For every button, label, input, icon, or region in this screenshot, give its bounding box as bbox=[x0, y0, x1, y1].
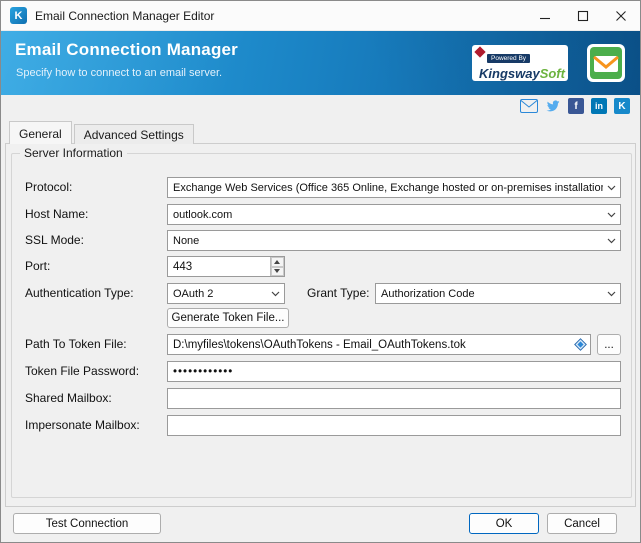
email-connection-manager-dialog: K Email Connection Manager Editor Email … bbox=[0, 0, 641, 543]
brand-soft: Soft bbox=[540, 66, 565, 81]
host-name-value: outlook.com bbox=[168, 209, 603, 221]
app-icon-letter: K bbox=[15, 10, 23, 22]
linkedin-glyph: in bbox=[595, 101, 603, 111]
grant-type-dropdown[interactable]: Authorization Code bbox=[375, 283, 621, 304]
minimize-icon bbox=[539, 10, 551, 22]
window-title: Email Connection Manager Editor bbox=[35, 9, 526, 23]
social-icon-row: f in K bbox=[520, 98, 630, 114]
impersonate-mailbox-label: Impersonate Mailbox: bbox=[25, 418, 140, 432]
port-field bbox=[167, 256, 285, 277]
brand-name: KingswaySoft bbox=[479, 66, 563, 81]
chevron-down-icon bbox=[603, 185, 620, 191]
grant-type-label: Grant Type: bbox=[307, 286, 369, 300]
token-file-path-input[interactable] bbox=[168, 335, 572, 354]
cancel-label: Cancel bbox=[564, 518, 600, 530]
shared-mailbox-input[interactable] bbox=[168, 389, 620, 408]
chevron-down-icon bbox=[603, 212, 620, 218]
window-controls bbox=[526, 1, 640, 30]
shared-mailbox-field bbox=[167, 388, 621, 409]
grant-type-value: Authorization Code bbox=[376, 288, 603, 300]
tab-advanced-settings[interactable]: Advanced Settings bbox=[74, 124, 194, 144]
authentication-type-label: Authentication Type: bbox=[25, 286, 134, 300]
protocol-dropdown[interactable]: Exchange Web Services (Office 365 Online… bbox=[167, 177, 621, 198]
authentication-type-value: OAuth 2 bbox=[168, 288, 267, 300]
port-spinner bbox=[270, 257, 284, 276]
footer: Test Connection OK Cancel bbox=[1, 506, 640, 542]
header-banner: Email Connection Manager Specify how to … bbox=[1, 31, 640, 95]
email-icon[interactable] bbox=[520, 99, 538, 113]
test-connection-label: Test Connection bbox=[46, 518, 128, 530]
generate-token-file-label: Generate Token File... bbox=[172, 312, 285, 324]
facebook-glyph: f bbox=[574, 101, 577, 112]
host-name-label: Host Name: bbox=[25, 207, 88, 221]
email-product-icon bbox=[586, 43, 626, 83]
ssl-mode-label: SSL Mode: bbox=[25, 233, 84, 247]
test-connection-button[interactable]: Test Connection bbox=[13, 513, 161, 534]
facebook-icon[interactable]: f bbox=[568, 98, 584, 114]
authentication-type-dropdown[interactable]: OAuth 2 bbox=[167, 283, 285, 304]
ok-button[interactable]: OK bbox=[469, 513, 539, 534]
chevron-down-icon bbox=[267, 291, 284, 297]
path-to-token-file-label: Path To Token File: bbox=[25, 337, 127, 351]
kingswaysoft-glyph: K bbox=[618, 101, 625, 112]
spinner-up-button[interactable] bbox=[271, 257, 284, 267]
port-input[interactable] bbox=[168, 257, 270, 276]
twitter-icon[interactable] bbox=[545, 98, 561, 114]
powered-by-label: Powered By bbox=[487, 54, 530, 63]
maximize-button[interactable] bbox=[564, 1, 602, 30]
token-file-password-label: Token File Password: bbox=[25, 364, 139, 378]
browse-token-file-button[interactable]: ... bbox=[597, 334, 621, 355]
chevron-down-icon bbox=[603, 291, 620, 297]
tab-advanced-settings-label: Advanced Settings bbox=[84, 128, 184, 142]
expression-diamond-icon[interactable] bbox=[574, 338, 587, 351]
brand-kingsway: Kingsway bbox=[479, 66, 540, 81]
generate-token-file-button[interactable]: Generate Token File... bbox=[167, 308, 289, 328]
ssl-mode-dropdown[interactable]: None bbox=[167, 230, 621, 251]
titlebar: K Email Connection Manager Editor bbox=[1, 1, 640, 31]
cancel-button[interactable]: Cancel bbox=[547, 513, 617, 534]
header-title: Email Connection Manager bbox=[15, 40, 238, 60]
kingswaysoft-logo: Powered By KingswaySoft bbox=[472, 45, 568, 81]
token-file-password-field bbox=[167, 361, 621, 382]
tab-strip: General Advanced Settings bbox=[9, 121, 196, 144]
app-icon: K bbox=[10, 7, 27, 24]
impersonate-mailbox-field bbox=[167, 415, 621, 436]
protocol-value: Exchange Web Services (Office 365 Online… bbox=[168, 182, 603, 194]
browse-ellipsis-label: ... bbox=[604, 339, 614, 351]
group-title: Server Information bbox=[20, 146, 127, 160]
ok-label: OK bbox=[496, 518, 513, 530]
ssl-mode-value: None bbox=[168, 235, 603, 247]
header-subtitle: Specify how to connect to an email serve… bbox=[16, 67, 222, 79]
impersonate-mailbox-input[interactable] bbox=[168, 416, 620, 435]
close-icon bbox=[615, 10, 627, 22]
tab-general-label: General bbox=[19, 127, 62, 141]
spinner-down-button[interactable] bbox=[271, 267, 284, 277]
token-file-password-input[interactable] bbox=[168, 362, 620, 381]
kingswaysoft-icon[interactable]: K bbox=[614, 98, 630, 114]
linkedin-icon[interactable]: in bbox=[591, 98, 607, 114]
protocol-label: Protocol: bbox=[25, 180, 72, 194]
minimize-button[interactable] bbox=[526, 1, 564, 30]
chevron-down-icon bbox=[603, 238, 620, 244]
port-label: Port: bbox=[25, 259, 50, 273]
shared-mailbox-label: Shared Mailbox: bbox=[25, 391, 112, 405]
token-file-path-field bbox=[167, 334, 591, 355]
tab-general[interactable]: General bbox=[9, 121, 72, 144]
close-button[interactable] bbox=[602, 1, 640, 30]
host-name-combo[interactable]: outlook.com bbox=[167, 204, 621, 225]
maximize-icon bbox=[577, 10, 589, 22]
logo-diamond-icon bbox=[474, 46, 485, 57]
